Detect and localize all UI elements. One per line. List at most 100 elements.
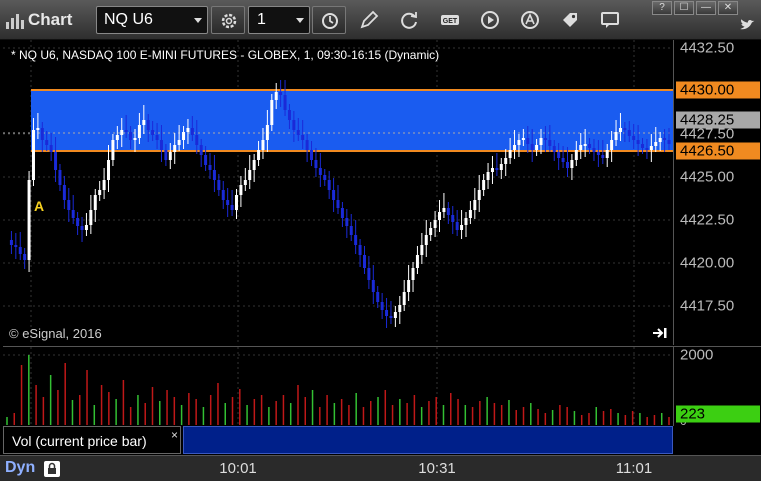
price-bar-body <box>199 145 203 155</box>
chart-toolbar: Chart NQ U6 1 GET ? ☐ — ✕ <box>0 0 761 40</box>
price-bar-body <box>208 165 212 170</box>
maximize-button[interactable]: ☐ <box>674 1 694 15</box>
price-bar-body <box>177 140 181 145</box>
volume-axis[interactable]: 2000 0 223 <box>673 346 761 428</box>
price-bar-body <box>433 220 437 228</box>
price-bar-body <box>429 228 433 235</box>
price-bar-body <box>45 140 49 145</box>
price-bar-body <box>367 268 371 280</box>
price-bar-body <box>168 152 172 160</box>
price-tick: 4420.00 <box>680 254 735 272</box>
time-tick: 10:01 <box>219 460 257 477</box>
price-bar-body <box>561 158 565 162</box>
symbol-value: NQ U6 <box>104 11 153 28</box>
price-bar-body <box>632 136 636 140</box>
price-bar-body <box>618 128 622 132</box>
price-bar-body <box>234 195 238 210</box>
price-bar-body <box>107 160 111 180</box>
bird-icon[interactable] <box>738 16 756 34</box>
price-bar-body <box>62 185 66 200</box>
price-bar-body <box>27 180 31 260</box>
price-bar-body <box>217 180 221 190</box>
play-icon[interactable] <box>479 9 501 31</box>
price-bar-body <box>270 100 274 125</box>
alert-icon[interactable] <box>519 9 541 31</box>
chevron-down-icon[interactable] <box>194 18 202 23</box>
close-button[interactable]: ✕ <box>718 1 738 15</box>
price-bar-body <box>398 305 402 312</box>
price-bar-body <box>84 225 88 230</box>
price-bar-body <box>579 145 583 150</box>
volume-study-tab[interactable]: Vol (current price bar) <box>3 426 181 454</box>
interval-value: 1 <box>257 11 266 28</box>
price-bar-body <box>248 170 252 180</box>
time-template-button[interactable] <box>312 6 346 34</box>
price-bar-body <box>279 92 283 95</box>
price-bar-body <box>438 212 442 220</box>
price-bar-body <box>354 235 358 245</box>
chat-icon[interactable] <box>599 9 621 31</box>
interval-input[interactable]: 1 <box>248 6 310 34</box>
price-bar-body <box>89 210 93 225</box>
price-bar-body <box>257 150 261 160</box>
price-bar-body <box>490 168 494 172</box>
close-icon[interactable]: × <box>171 428 178 442</box>
tag-icon[interactable] <box>559 9 581 31</box>
price-bar-body <box>283 95 287 110</box>
price-bar-body <box>287 110 291 120</box>
refresh-icon[interactable] <box>398 9 420 31</box>
price-bar-body <box>93 195 97 210</box>
chart-settings-button[interactable] <box>211 6 245 34</box>
price-bar-body <box>570 160 574 168</box>
minimize-button[interactable]: — <box>696 1 716 15</box>
price-bar-body <box>336 200 340 208</box>
price-bar-body <box>504 158 508 164</box>
price-axis[interactable]: 4432.50 4427.50 4425.00 4422.50 4420.00 … <box>673 40 761 345</box>
price-bar-body <box>115 135 119 140</box>
price-bar-body <box>151 130 155 135</box>
price-bar-body <box>596 152 600 155</box>
price-bar-body <box>588 144 592 148</box>
price-bar-body <box>23 254 27 260</box>
time-axis[interactable]: Dyn 10:01 10:31 11:01 <box>0 455 761 481</box>
symbol-input[interactable]: NQ U6 <box>96 6 208 34</box>
price-bar-body <box>155 135 159 140</box>
lock-icon[interactable] <box>44 461 60 477</box>
price-bar-body <box>517 140 521 145</box>
price-bar-body <box>67 200 71 210</box>
chevron-down-icon[interactable] <box>296 18 304 23</box>
price-bar-body <box>58 170 62 185</box>
price-bar-body <box>204 155 208 165</box>
price-bar-body <box>124 130 128 132</box>
price-bar-body <box>389 316 393 318</box>
price-bar-body <box>592 148 596 152</box>
dynamic-mode-label[interactable]: Dyn <box>5 459 35 477</box>
price-bar-body <box>530 144 534 150</box>
price-bar-body <box>80 226 84 230</box>
pencil-icon[interactable] <box>358 9 380 31</box>
price-bar-body <box>340 208 344 218</box>
price-bar-body <box>402 292 406 305</box>
price-bar-body <box>186 128 190 132</box>
price-bar-body <box>614 132 618 140</box>
scroll-to-end-icon[interactable] <box>652 326 668 340</box>
price-bar-body <box>76 218 80 226</box>
price-bar-body <box>296 130 300 135</box>
time-tick: 10:31 <box>418 460 456 477</box>
price-bar-body <box>221 190 225 200</box>
price-bar-body <box>142 120 146 125</box>
price-bar-body <box>583 144 587 146</box>
price-bar-body <box>212 170 216 180</box>
price-bar-body <box>393 312 397 318</box>
price-bar-body <box>654 142 658 146</box>
price-bar-body <box>301 135 305 140</box>
price-bar-body <box>345 218 349 226</box>
price-bar-body <box>376 292 380 302</box>
help-button[interactable]: ? <box>652 1 672 15</box>
price-bar-body <box>133 138 137 140</box>
price-chart[interactable]: * NQ U6, NASDAQ 100 E-MINI FUTURES - GLO… <box>3 40 673 345</box>
price-bar-body <box>230 205 234 210</box>
get-icon[interactable]: GET <box>439 9 461 31</box>
volume-chart[interactable] <box>3 346 673 427</box>
config-icon <box>221 13 237 29</box>
